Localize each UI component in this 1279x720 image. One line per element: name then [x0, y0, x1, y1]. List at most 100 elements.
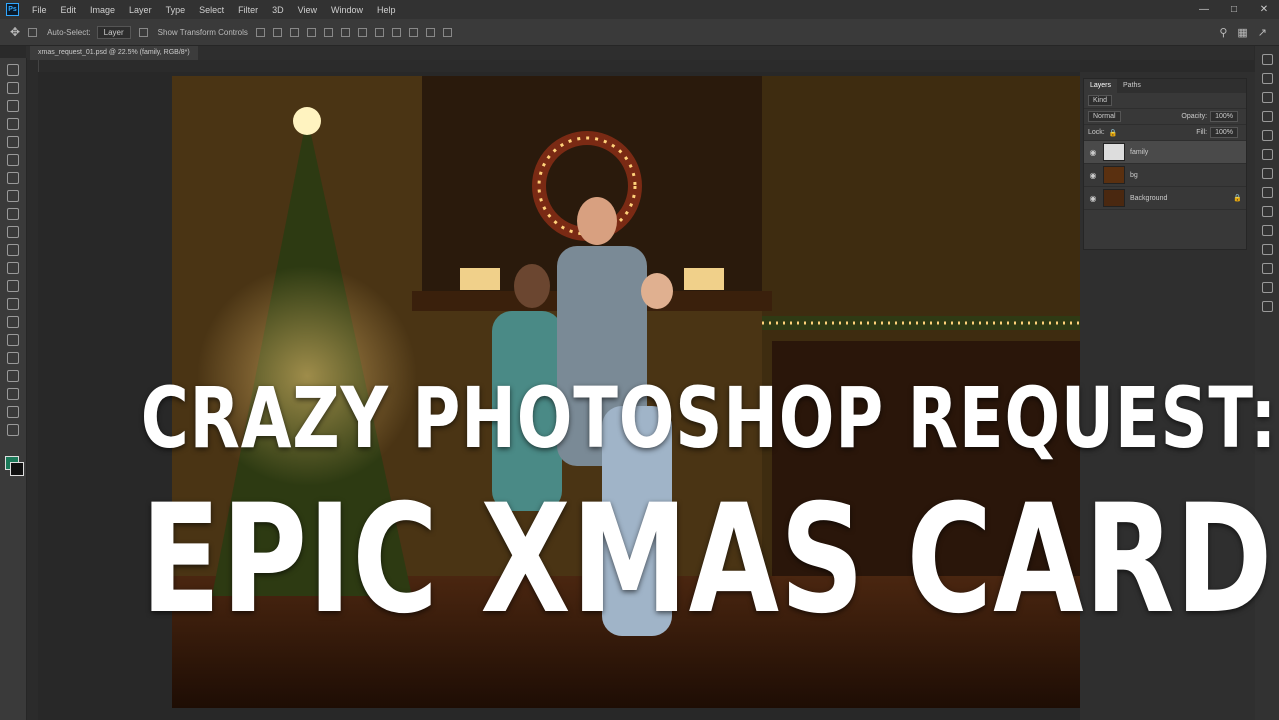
layer-row-bg[interactable]: ◉ bg: [1084, 164, 1246, 187]
kind-filter-dropdown[interactable]: Kind: [1088, 95, 1113, 106]
healing-brush-tool-icon[interactable]: [7, 190, 19, 202]
menu-edit[interactable]: Edit: [54, 5, 84, 15]
align-middle-icon[interactable]: [323, 27, 333, 37]
close-icon[interactable]: ✕: [1249, 4, 1279, 15]
menu-3d[interactable]: 3D: [265, 5, 291, 15]
paragraph-icon[interactable]: [1261, 149, 1273, 160]
share-icon[interactable]: ↗: [1258, 26, 1267, 39]
document-tab[interactable]: xmas_request_01.psd @ 22.5% (family, RGB…: [30, 46, 198, 60]
options-right-icons: ⚲ ▦ ↗: [1219, 26, 1267, 39]
blend-mode-dropdown[interactable]: Normal: [1088, 111, 1121, 122]
align-right-icon[interactable]: [289, 27, 299, 37]
lock-icon[interactable]: 🔒: [1109, 129, 1118, 137]
star-icon: [293, 107, 321, 135]
swatches-icon[interactable]: [1261, 187, 1273, 198]
properties-icon[interactable]: [1261, 92, 1273, 103]
navigator-icon[interactable]: [1261, 263, 1273, 274]
zoom-tool-icon[interactable]: [7, 424, 19, 436]
crop-tool-icon[interactable]: [7, 136, 19, 148]
menu-filter[interactable]: Filter: [231, 5, 265, 15]
history-brush-tool-icon[interactable]: [7, 244, 19, 256]
paths-icon[interactable]: [1261, 244, 1273, 255]
clone-stamp-tool-icon[interactable]: [7, 226, 19, 238]
layer-name: bg: [1130, 171, 1138, 179]
headline-line-2: EPIC XMAS CARD: [140, 473, 1274, 647]
layer-row-family[interactable]: ◉ family: [1084, 141, 1246, 164]
layer-lock-icon: 🔒: [1233, 195, 1242, 202]
lasso-tool-icon[interactable]: [7, 100, 19, 112]
layer-thumbnail: [1103, 166, 1125, 184]
shape-tool-icon[interactable]: [7, 388, 19, 400]
path-select-tool-icon[interactable]: [7, 370, 19, 382]
color-icon[interactable]: [1261, 282, 1273, 293]
photoshop-logo: Ps: [6, 3, 19, 16]
menu-file[interactable]: File: [25, 5, 54, 15]
channels-icon[interactable]: [1261, 225, 1273, 236]
eraser-tool-icon[interactable]: [7, 262, 19, 274]
brush-tool-icon[interactable]: [7, 208, 19, 220]
hand-tool-icon[interactable]: [7, 406, 19, 418]
lock-fill-row: Lock: 🔒 Fill: 100%: [1084, 125, 1246, 141]
auto-select-dropdown[interactable]: Layer: [96, 25, 131, 39]
auto-select-checkbox[interactable]: [28, 27, 38, 37]
menu-select[interactable]: Select: [192, 5, 231, 15]
menu-help[interactable]: Help: [370, 5, 403, 15]
adjustments-icon[interactable]: [1261, 73, 1273, 84]
character-icon[interactable]: [1261, 130, 1273, 141]
type-tool-icon[interactable]: [7, 352, 19, 364]
orbit-icon[interactable]: [408, 27, 418, 37]
actions-icon[interactable]: [1261, 301, 1273, 312]
move-tool-icon[interactable]: [7, 64, 19, 76]
info-icon[interactable]: [1261, 111, 1273, 122]
fill-input[interactable]: 100%: [1210, 127, 1238, 138]
transform-controls-label: Show Transform Controls: [157, 27, 248, 37]
eyedropper-tool-icon[interactable]: [7, 172, 19, 184]
align-top-icon[interactable]: [306, 27, 316, 37]
fill-label: Fill:: [1196, 129, 1208, 136]
gradient-tool-icon[interactable]: [7, 280, 19, 292]
search-icon[interactable]: ⚲: [1219, 26, 1227, 39]
pan-icon[interactable]: [425, 27, 435, 37]
menu-window[interactable]: Window: [324, 5, 370, 15]
slide-icon[interactable]: [442, 27, 452, 37]
opacity-input[interactable]: 100%: [1210, 111, 1238, 122]
layer-name: family: [1130, 148, 1149, 156]
document-tab-bar: xmas_request_01.psd @ 22.5% (family, RGB…: [26, 46, 1254, 60]
workspace-icon[interactable]: ▦: [1237, 26, 1247, 39]
maximize-icon[interactable]: □: [1219, 4, 1249, 15]
visibility-eye-icon[interactable]: ◉: [1088, 148, 1098, 157]
blur-tool-icon[interactable]: [7, 298, 19, 310]
pen-tool-icon[interactable]: [7, 334, 19, 346]
more-options-icon[interactable]: [374, 27, 384, 37]
menu-type[interactable]: Type: [159, 5, 193, 15]
visibility-eye-icon[interactable]: ◉: [1088, 171, 1098, 180]
menu-layer[interactable]: Layer: [122, 5, 159, 15]
visibility-eye-icon[interactable]: ◉: [1088, 194, 1098, 203]
quick-select-tool-icon[interactable]: [7, 118, 19, 130]
history-icon[interactable]: [1261, 54, 1273, 65]
tab-layers[interactable]: Layers: [1084, 79, 1118, 93]
brushes-icon[interactable]: [1261, 168, 1273, 179]
tab-paths[interactable]: Paths: [1117, 79, 1147, 93]
minimize-icon[interactable]: —: [1189, 4, 1219, 15]
menu-image[interactable]: Image: [83, 5, 122, 15]
layer-filter-row: Kind: [1084, 93, 1246, 109]
align-bottom-icon[interactable]: [340, 27, 350, 37]
libraries-icon[interactable]: [1261, 206, 1273, 217]
layer-row-background[interactable]: ◉ Background 🔒: [1084, 187, 1246, 210]
move-tool-icon[interactable]: ✥: [10, 25, 20, 39]
marquee-tool-icon[interactable]: [7, 82, 19, 94]
auto-select-label: Auto-Select:: [47, 27, 91, 37]
lock-label: Lock:: [1088, 129, 1105, 136]
background-color-swatch[interactable]: [10, 462, 24, 476]
frame-tool-icon[interactable]: [7, 154, 19, 166]
layer-thumbnail: [1103, 143, 1125, 161]
menu-view[interactable]: View: [291, 5, 324, 15]
distribute-icon[interactable]: [357, 27, 367, 37]
dodge-tool-icon[interactable]: [7, 316, 19, 328]
transform-controls-checkbox[interactable]: [138, 27, 148, 37]
3d-mode-icon[interactable]: [391, 27, 401, 37]
align-left-icon[interactable]: [255, 27, 265, 37]
window-controls: — □ ✕: [1189, 4, 1279, 15]
align-center-icon[interactable]: [272, 27, 282, 37]
